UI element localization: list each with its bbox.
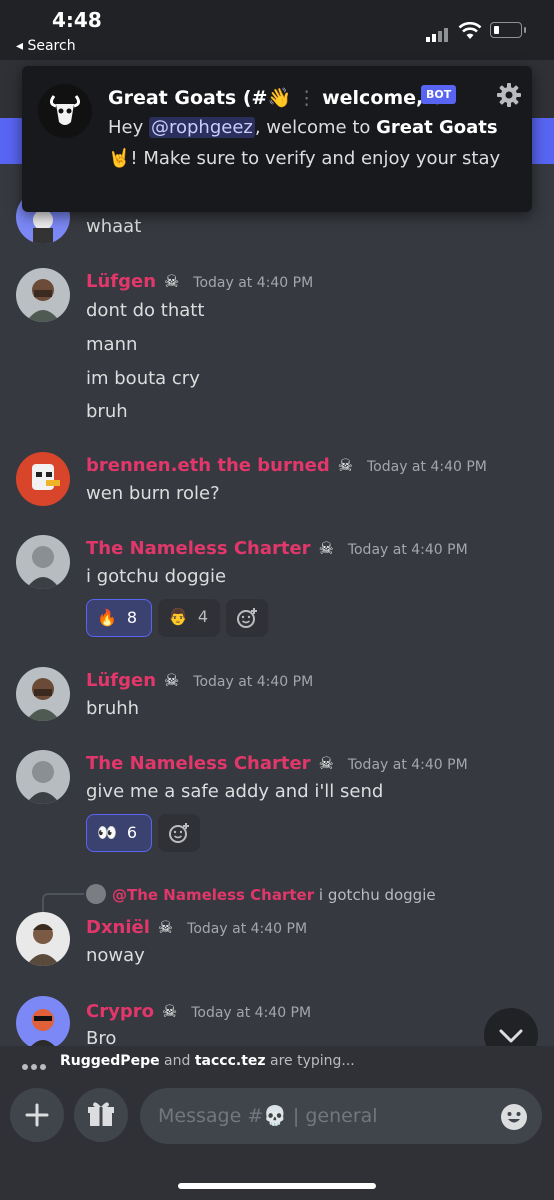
typing-dots-icon [22,1058,49,1074]
message-text: wen burn role? [86,483,220,504]
avatar[interactable] [16,452,70,506]
plus-icon [25,1103,49,1127]
notification-settings-button[interactable] [496,82,522,108]
add-attachment-button[interactable] [10,1088,64,1142]
skull-icon: ☠ [318,754,334,774]
username[interactable]: The Nameless Charter ☠ Today at 4:40 PM [86,753,468,774]
username[interactable]: Dxniël ☠ Today at 4:40 PM [86,917,307,938]
timestamp: Today at 4:40 PM [193,275,314,291]
notification-title: Great Goats (#👋⋮welcome, G... [108,87,438,109]
server-avatar [38,84,92,138]
reaction-eyes[interactable]: 👀 6 [86,814,152,852]
skull-icon: ☠ [164,272,180,292]
add-reaction-button[interactable] [226,599,268,637]
emoji-icon [501,1104,527,1130]
gear-icon [497,83,521,107]
message-text: noway [86,945,145,966]
timestamp: Today at 4:40 PM [366,459,487,475]
clock: 4:48 [52,8,102,32]
username[interactable]: Crypro ☠ Today at 4:40 PM [86,1001,311,1022]
bot-badge: BOT [421,85,457,104]
notification-banner[interactable]: Great Goats (#👋⋮welcome, G... BOT Hey @r… [22,66,532,212]
gift-icon [88,1102,114,1126]
home-indicator [178,1183,376,1189]
message-text: whaat [86,216,142,237]
reaction-custom[interactable]: 👨 4 [158,599,220,637]
timestamp: Today at 4:40 PM [347,757,468,773]
eyes-icon: 👀 [97,823,117,842]
message-text: bruh [86,401,128,422]
skull-icon: ☠ [161,1002,178,1022]
avatar[interactable] [16,912,70,966]
avatar[interactable] [16,535,70,589]
battery-icon [490,22,526,38]
avatar[interactable] [16,667,70,721]
skull-icon: ☠ [157,918,174,938]
avatar[interactable] [16,750,70,804]
message-text: i gotchu doggie [86,566,227,587]
skull-icon: ☠ [318,539,334,559]
timestamp: Today at 4:40 PM [191,1005,312,1021]
timestamp: Today at 4:40 PM [347,542,468,558]
timestamp: Today at 4:40 PM [187,921,308,937]
gift-button[interactable] [74,1088,128,1142]
notification-body: Hey @rophgeez, welcome to Great Goats 🤘!… [108,117,501,169]
add-reaction-icon [237,608,257,628]
user-mention: @rophgeez [148,117,255,138]
emoji-picker-button[interactable] [500,1103,528,1135]
message-input-placeholder: Message #💀 | general [158,1105,378,1127]
skull-icon: ☠ [337,456,353,476]
timestamp: Today at 4:40 PM [193,674,314,690]
message-input[interactable]: Message #💀 | general [140,1088,542,1144]
wifi-icon [458,22,482,39]
username[interactable]: The Nameless Charter ☠ Today at 4:40 PM [86,538,468,559]
message-text: dont do thatt [86,300,205,321]
reaction-fire[interactable]: 🔥 8 [86,599,152,637]
message-text: bruhh [86,698,140,719]
username[interactable]: brennen.eth the burned ☠ Today at 4:40 PM [86,455,487,476]
fire-icon: 🔥 [97,608,117,627]
custom-emoji-icon: 👨 [168,607,188,626]
message-text: give me a safe addy and i'll send [86,781,384,802]
status-bar: 4:48 ◂ Search [0,0,554,60]
reply-avatar [86,884,106,904]
back-to-search-link[interactable]: ◂ Search [16,38,76,54]
add-reaction-icon [169,823,189,843]
username[interactable]: Lüfgen ☠ Today at 4:40 PM [86,271,313,292]
add-reaction-button[interactable] [158,814,200,852]
message-text: mann [86,334,138,355]
message-text: im bouta cry [86,368,200,389]
typing-indicator: RuggedPepe and taccc.tez are typing... [0,1046,554,1078]
reply-reference[interactable]: @The Nameless Charter i gotchu doggie [86,884,436,904]
avatar[interactable] [16,996,70,1050]
skull-icon: ☠ [164,671,180,691]
avatar[interactable] [16,268,70,322]
username[interactable]: Lüfgen ☠ Today at 4:40 PM [86,670,313,691]
cellular-signal-icon [426,23,450,42]
